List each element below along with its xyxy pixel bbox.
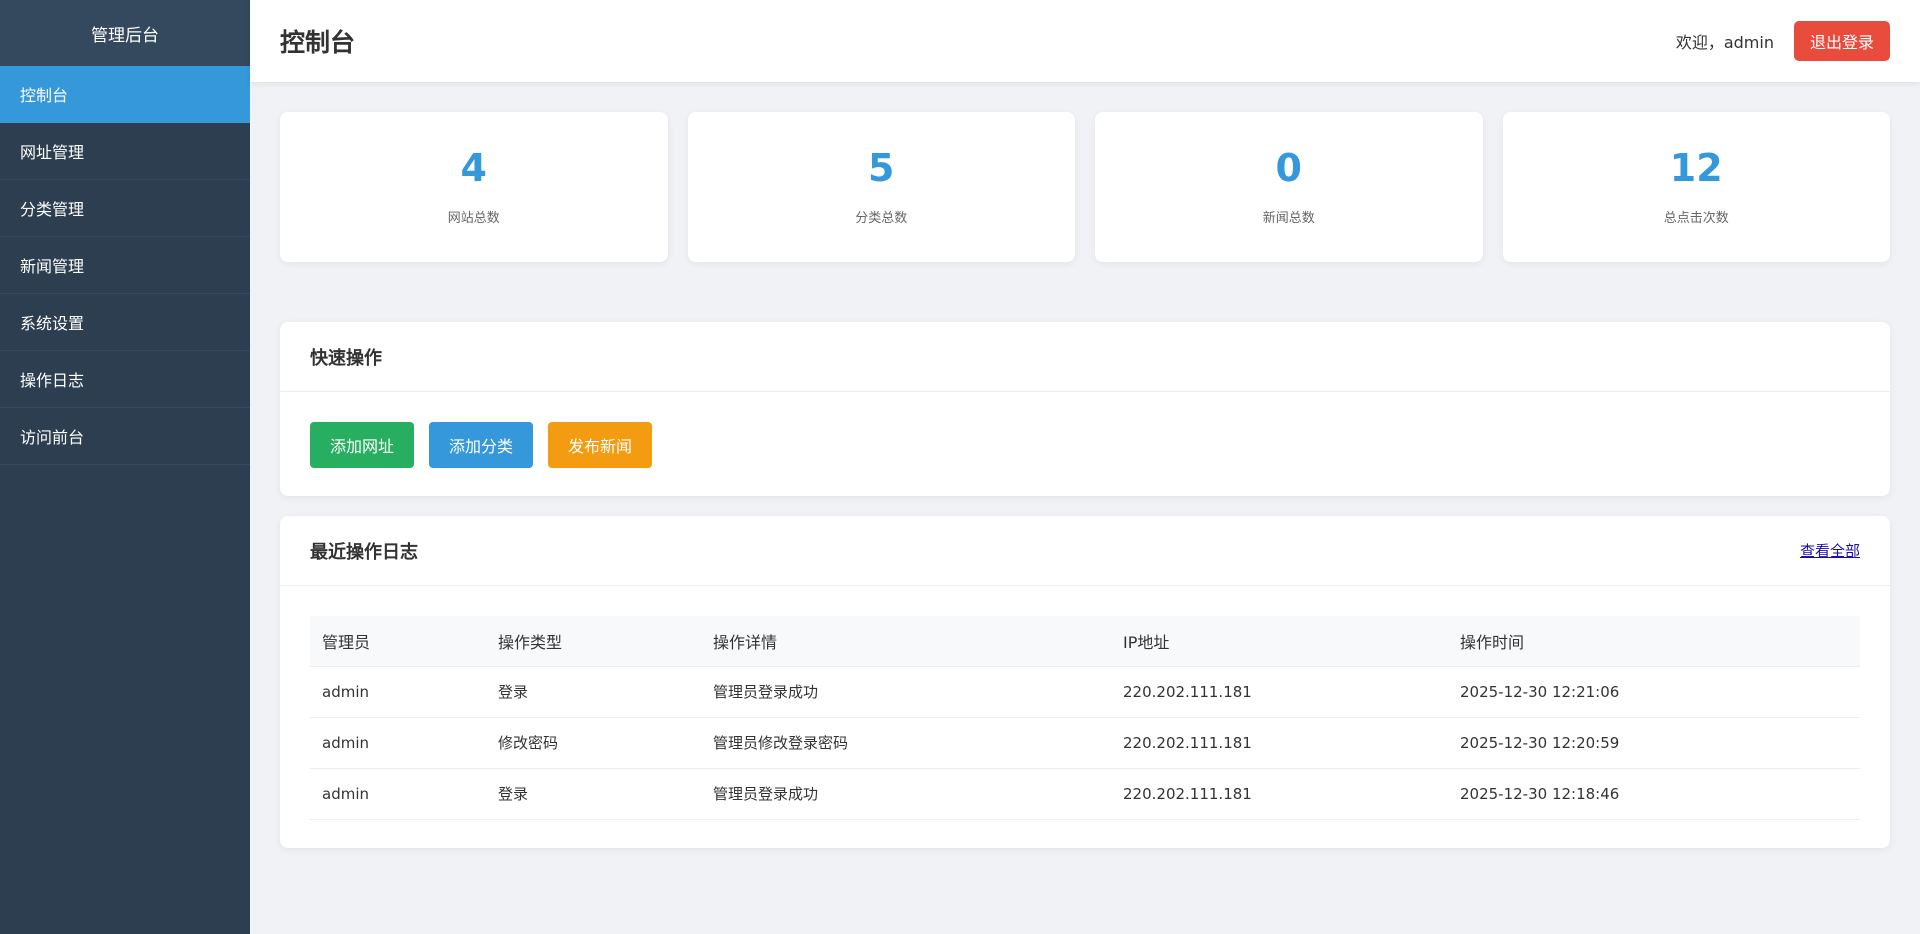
cell-admin: admin [310,768,486,820]
topbar-right: 欢迎，admin 退出登录 [1676,21,1890,61]
cell-type: 登录 [486,768,701,820]
app-layout: 管理后台 控制台 网址管理 分类管理 新闻管理 系统设置 操作日志 访问前台 控… [0,0,1920,934]
sidebar-brand: 管理后台 [0,0,250,66]
column-header-type: 操作类型 [486,616,701,667]
column-header-time: 操作时间 [1448,616,1860,667]
sidebar-item-dashboard[interactable]: 控制台 [0,66,250,123]
sidebar-item-settings[interactable]: 系统设置 [0,294,250,351]
quick-actions-panel: 快速操作 添加网址 添加分类 发布新闻 [280,322,1890,496]
stat-card-clicks: 12 总点击次数 [1502,112,1890,262]
stat-value: 4 [460,145,487,190]
main-area: 控制台 欢迎，admin 退出登录 4 网站总数 5 分类总数 0 新闻总数 1… [250,0,1920,934]
topbar: 控制台 欢迎，admin 退出登录 [250,0,1920,82]
add-category-button[interactable]: 添加分类 [429,422,534,468]
column-header-ip: IP地址 [1111,616,1448,667]
content: 4 网站总数 5 分类总数 0 新闻总数 12 总点击次数 快速操作 添加网址 … [250,82,1920,848]
column-header-admin: 管理员 [310,616,486,667]
cell-type: 登录 [486,666,701,718]
panel-title: 快速操作 [310,347,382,369]
logout-button[interactable]: 退出登录 [1793,21,1890,61]
panel-header: 快速操作 [280,322,1890,392]
stat-label: 网站总数 [447,210,500,226]
quick-actions: 添加网址 添加分类 发布新闻 [310,422,1860,468]
log-table: 管理员 操作类型 操作详情 IP地址 操作时间 admin 登录 管理员登录成功… [310,616,1860,820]
stat-value: 12 [1669,145,1723,190]
stat-card-news: 0 新闻总数 [1095,112,1483,262]
cell-admin: admin [310,717,486,769]
stat-value: 0 [1275,145,1302,190]
table-row: admin 登录 管理员登录成功 220.202.111.181 2025-12… [310,666,1860,718]
cell-type: 修改密码 [486,717,701,769]
stat-card-sites: 4 网站总数 [280,112,668,262]
stat-value: 5 [868,145,895,190]
stat-card-categories: 5 分类总数 [687,112,1075,262]
panel-body: 管理员 操作类型 操作详情 IP地址 操作时间 admin 登录 管理员登录成功… [280,586,1890,850]
cell-ip: 220.202.111.181 [1111,717,1448,769]
cell-detail: 管理员登录成功 [701,666,1111,718]
sidebar-item-frontend[interactable]: 访问前台 [0,408,250,465]
view-all-link[interactable]: 查看全部 [1800,540,1860,561]
sidebar-item-categories[interactable]: 分类管理 [0,180,250,237]
cell-ip: 220.202.111.181 [1111,768,1448,820]
cell-time: 2025-12-30 12:21:06 [1448,666,1860,718]
sidebar-item-logs[interactable]: 操作日志 [0,351,250,408]
sidebar: 管理后台 控制台 网址管理 分类管理 新闻管理 系统设置 操作日志 访问前台 [0,0,250,934]
cell-ip: 220.202.111.181 [1111,666,1448,718]
recent-logs-panel: 最近操作日志 查看全部 管理员 操作类型 操作详情 IP地址 操作时间 admi… [280,516,1890,848]
column-header-detail: 操作详情 [701,616,1111,667]
table-row: admin 登录 管理员登录成功 220.202.111.181 2025-12… [310,768,1860,820]
add-site-button[interactable]: 添加网址 [310,422,415,468]
cell-detail: 管理员登录成功 [701,768,1111,820]
cell-time: 2025-12-30 12:20:59 [1448,717,1860,769]
table-header-row: 管理员 操作类型 操作详情 IP地址 操作时间 [310,616,1860,667]
page-title: 控制台 [280,28,356,57]
panel-header: 最近操作日志 查看全部 [280,516,1890,586]
panel-body: 添加网址 添加分类 发布新闻 [280,392,1890,498]
cell-detail: 管理员修改登录密码 [701,717,1111,769]
stat-label: 总点击次数 [1663,210,1729,226]
stats-row: 4 网站总数 5 分类总数 0 新闻总数 12 总点击次数 [280,112,1890,262]
sidebar-item-sites[interactable]: 网址管理 [0,123,250,180]
table-row: admin 修改密码 管理员修改登录密码 220.202.111.181 202… [310,717,1860,769]
cell-time: 2025-12-30 12:18:46 [1448,768,1860,820]
publish-news-button[interactable]: 发布新闻 [548,422,653,468]
stat-label: 新闻总数 [1262,210,1315,226]
panel-title: 最近操作日志 [310,541,418,563]
cell-admin: admin [310,666,486,718]
sidebar-item-news[interactable]: 新闻管理 [0,237,250,294]
stat-label: 分类总数 [855,210,908,226]
welcome-text: 欢迎，admin [1675,33,1774,52]
